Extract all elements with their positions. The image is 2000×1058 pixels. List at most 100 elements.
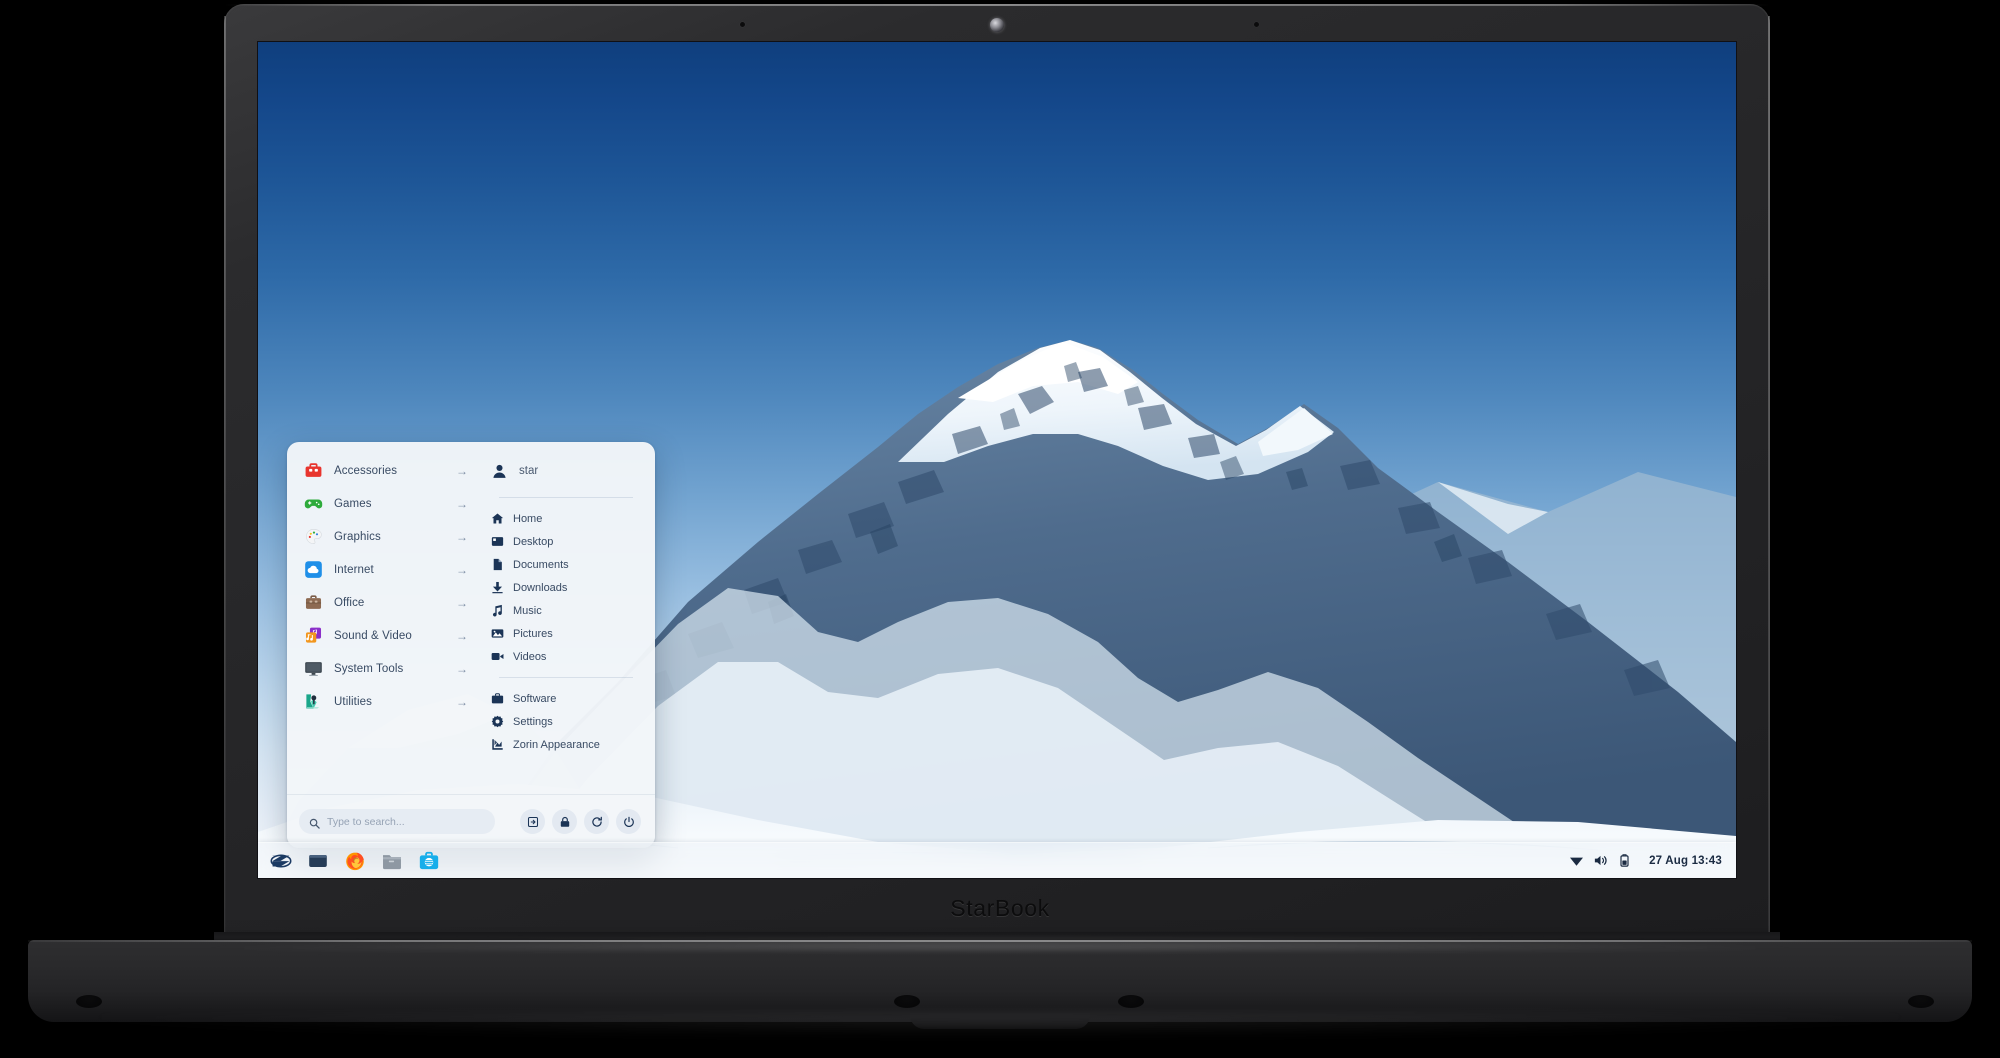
menu-footer: Type to search... [287, 794, 655, 848]
menu-body: Accessories → Games → Graphics → Interne… [287, 442, 655, 794]
menu-link-label: Zorin Appearance [513, 738, 600, 751]
firefox-icon [344, 850, 366, 872]
zorin-menu-button[interactable] [264, 845, 298, 877]
laptop-foot-center-left [894, 995, 920, 1008]
laptop-scene: Accessories → Games → Graphics → Interne… [0, 0, 2000, 1058]
menu-divider-top [499, 497, 633, 498]
menu-place-music[interactable]: Music [485, 599, 645, 622]
utilities-icon [304, 692, 323, 711]
menu-place-label: Pictures [513, 627, 553, 640]
menu-category-sound-and-video[interactable]: Sound & Video → [297, 619, 475, 652]
menu-place-label: Documents [513, 558, 569, 571]
chevron-right-icon: → [456, 562, 468, 577]
menu-place-label: Videos [513, 650, 547, 663]
menu-link-label: Software [513, 692, 557, 705]
menu-place-desktop[interactable]: Desktop [485, 530, 645, 553]
menu-place-label: Downloads [513, 581, 568, 594]
menu-places-column: star Home Desktop Documents Downloads Mu… [483, 454, 655, 794]
speaker-icon[interactable] [1593, 853, 1608, 868]
menu-divider-bottom [499, 677, 633, 678]
window-icon [307, 850, 329, 872]
menu-user-name: star [519, 465, 539, 477]
menu-category-label: Graphics [334, 530, 381, 543]
power-button[interactable] [616, 809, 641, 834]
menu-category-label: Utilities [334, 695, 372, 708]
microphone-dot-left [740, 22, 745, 27]
brand-label: StarBook [950, 895, 1050, 921]
menu-category-office[interactable]: Office → [297, 586, 475, 619]
appearance-icon [491, 738, 504, 751]
taskbar-launchers [258, 845, 446, 877]
menu-category-label: Office [334, 596, 365, 609]
chevron-right-icon: → [456, 661, 468, 676]
firefox-button[interactable] [338, 845, 372, 877]
lid-right-highlight [1768, 16, 1770, 936]
restart-button[interactable] [584, 809, 609, 834]
taskbar: 27 Aug 13:43 [258, 842, 1736, 878]
microphone-dot-right [1254, 22, 1259, 27]
menu-category-system-tools[interactable]: System Tools → [297, 652, 475, 685]
menu-category-column: Accessories → Games → Graphics → Interne… [287, 454, 483, 794]
search-placeholder: Type to search... [327, 815, 405, 828]
briefcase-icon [304, 593, 323, 612]
menu-category-graphics[interactable]: Graphics → [297, 520, 475, 553]
menu-place-pictures[interactable]: Pictures [485, 622, 645, 645]
laptop-base [28, 936, 1972, 1029]
menu-link-software[interactable]: Software [485, 687, 645, 710]
picture-icon [491, 627, 504, 640]
menu-link-zorin-appearance[interactable]: Zorin Appearance [485, 733, 645, 756]
menu-category-label: Sound & Video [334, 629, 412, 642]
menu-place-label: Desktop [513, 535, 554, 548]
menu-place-label: Music [513, 604, 542, 617]
files-button[interactable] [375, 845, 409, 877]
menu-category-accessories[interactable]: Accessories → [297, 454, 475, 487]
zorin-logo-icon [270, 850, 292, 872]
menu-category-utilities[interactable]: Utilities → [297, 685, 475, 718]
show-desktop-button[interactable] [301, 845, 335, 877]
search-input[interactable]: Type to search... [299, 809, 495, 834]
base-reflection [60, 1014, 1940, 1036]
desktop-icon [491, 535, 504, 548]
chevron-right-icon: → [456, 496, 468, 511]
zorin-application-menu[interactable]: Accessories → Games → Graphics → Interne… [287, 442, 655, 848]
taskbar-system-tray: 27 Aug 13:43 [1569, 853, 1736, 868]
chevron-right-icon: → [456, 595, 468, 610]
lock-button[interactable] [552, 809, 577, 834]
menu-category-label: Internet [334, 563, 374, 576]
palette-icon [304, 527, 323, 546]
webcam-icon [990, 18, 1004, 32]
session-button-group [520, 809, 641, 834]
menu-place-label: Home [513, 512, 543, 525]
wifi-icon[interactable] [1569, 853, 1584, 868]
menu-place-home[interactable]: Home [485, 507, 645, 530]
chevron-right-icon: → [456, 628, 468, 643]
menu-place-downloads[interactable]: Downloads [485, 576, 645, 599]
log-out-button[interactable] [520, 809, 545, 834]
home-icon [491, 512, 504, 525]
software-center-icon [418, 850, 440, 872]
laptop-foot-center-right [1118, 995, 1144, 1008]
webcam-bar [224, 4, 1770, 44]
menu-place-videos[interactable]: Videos [485, 645, 645, 668]
menu-category-label: Games [334, 497, 372, 510]
menu-category-internet[interactable]: Internet → [297, 553, 475, 586]
person-icon [491, 463, 508, 480]
software-button[interactable] [412, 845, 446, 877]
music-note-icon [491, 604, 504, 617]
gamepad-icon [304, 494, 323, 513]
taskbar-clock[interactable]: 27 Aug 13:43 [1649, 855, 1722, 867]
chevron-right-icon: → [456, 463, 468, 478]
battery-icon[interactable] [1617, 853, 1632, 868]
search-icon [309, 816, 320, 829]
chevron-right-icon: → [456, 694, 468, 709]
cloud-icon [304, 560, 323, 579]
menu-user-row[interactable]: star [485, 454, 645, 488]
chevron-right-icon: → [456, 529, 468, 544]
lid-left-highlight [224, 16, 226, 936]
music-video-icon [304, 626, 323, 645]
document-icon [491, 558, 504, 571]
menu-category-label: Accessories [334, 464, 398, 477]
menu-place-documents[interactable]: Documents [485, 553, 645, 576]
menu-link-settings[interactable]: Settings [485, 710, 645, 733]
menu-category-games[interactable]: Games → [297, 487, 475, 520]
